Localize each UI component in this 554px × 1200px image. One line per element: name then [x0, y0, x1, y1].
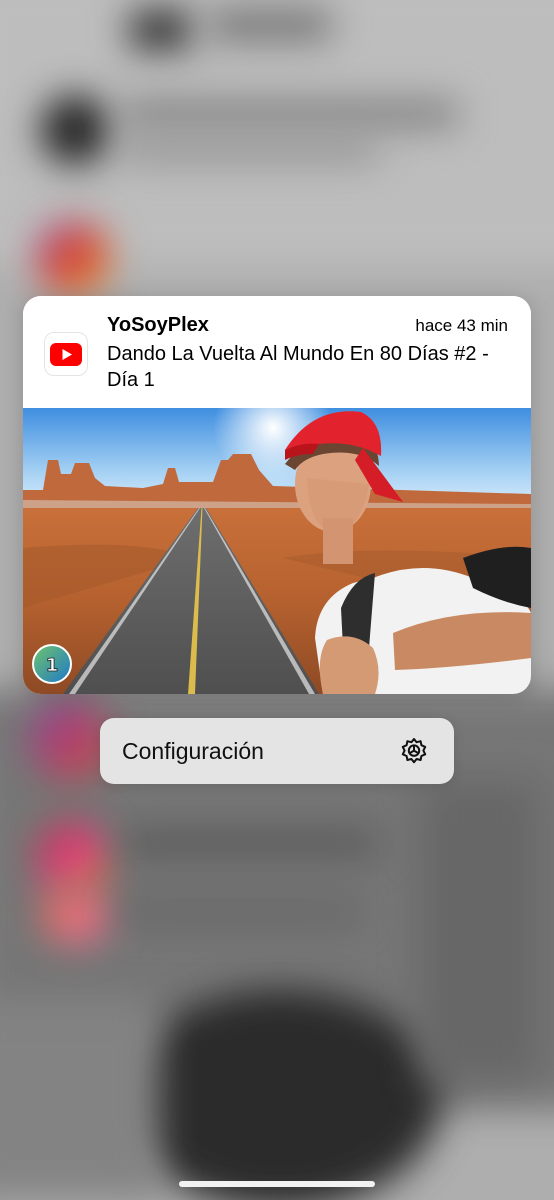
- notification-sender: YoSoyPlex: [107, 314, 209, 336]
- menu-item-label: Configuración: [122, 738, 264, 764]
- notification-time: hace 43 min: [415, 316, 508, 335]
- notification-message: Dando La Vuelta Al Mundo En 80 Días #2 -…: [107, 343, 489, 391]
- menu-item-configuracion[interactable]: Configuración: [100, 718, 454, 784]
- context-menu: Configuración: [100, 718, 454, 784]
- video-thumbnail[interactable]: 1: [23, 368, 531, 694]
- notification-card[interactable]: YoSoyPlex hace 43 min Dando La Vuelta Al…: [23, 296, 531, 694]
- youtube-icon: [44, 332, 88, 376]
- gear-icon: [399, 736, 429, 766]
- notification-header: YoSoyPlex hace 43 min Dando La Vuelta Al…: [23, 296, 531, 408]
- thumbnail-badge: 1: [46, 655, 59, 676]
- home-indicator[interactable]: [179, 1181, 375, 1187]
